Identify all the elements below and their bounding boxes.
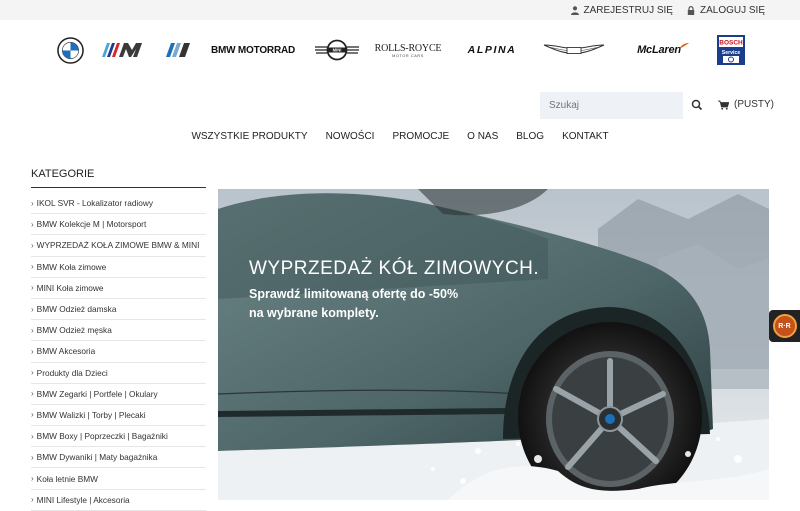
register-link[interactable]: ZAREJESTRUJ SIĘ xyxy=(570,4,673,16)
chevron-right-icon: › xyxy=(31,368,34,378)
search-icon[interactable] xyxy=(690,98,704,112)
category-label: WYPRZEDAŻ KOŁA ZIMOWE BMW & MINI xyxy=(36,240,200,251)
chevron-right-icon: › xyxy=(31,304,34,314)
register-label: ZAREJESTRUJ SIĘ xyxy=(583,4,673,16)
bosch-service-label: Service xyxy=(722,50,741,56)
category-item[interactable]: › Koła letnie BMW xyxy=(31,468,206,490)
chevron-right-icon: › xyxy=(31,262,34,272)
category-label: BMW Odzież damska xyxy=(36,304,117,315)
search-input[interactable] xyxy=(540,92,683,119)
bmw-i-logo-icon[interactable] xyxy=(160,32,196,68)
hero-subtitle-line1: Sprawdź limitowaną ofertę do -50% xyxy=(249,287,459,301)
hero-subtitle-line2: na wybrane komplety. xyxy=(249,306,379,320)
category-item[interactable]: › IKOL SVR - Lokalizator radiowy xyxy=(31,193,206,215)
hero-banner[interactable]: WYPRZEDAŻ KÓŁ ZIMOWYCH. Sprawdź limitowa… xyxy=(218,189,769,500)
hero-subtitle: Sprawdź limitowaną ofertę do -50% na wyb… xyxy=(249,285,458,323)
cart-button[interactable]: (PUSTY) xyxy=(718,99,774,110)
bosch-service-logo[interactable]: BOSCH Service xyxy=(715,32,747,68)
categories-title: KATEGORIE xyxy=(31,168,95,180)
nav-about[interactable]: O NAS xyxy=(458,131,507,142)
category-item[interactable]: › BMW Odzież damska xyxy=(31,299,206,321)
category-label: BMW Dywaniki | Maty bagażnika xyxy=(36,452,158,463)
alpina-logo[interactable]: ALPINA xyxy=(452,32,532,68)
chevron-right-icon: › xyxy=(31,283,34,293)
bmw-motorrad-logo[interactable]: BMW MOTORRAD xyxy=(207,32,299,68)
bmw-roundel-icon[interactable] xyxy=(55,32,85,68)
hero-title: WYPRZEDAŻ KÓŁ ZIMOWYCH. xyxy=(249,258,540,279)
category-item[interactable]: › BMW Dywaniki | Maty bagażnika xyxy=(31,447,206,469)
category-item[interactable]: › BMW Kolekcje M | Motorsport xyxy=(31,214,206,236)
category-label: Koła letnie BMW xyxy=(36,473,98,484)
chevron-right-icon: › xyxy=(31,431,34,441)
categories-divider xyxy=(31,187,206,188)
chevron-right-icon: › xyxy=(31,346,34,356)
rolls-royce-logo[interactable]: ROLLS-ROYCE MOTOR CARS xyxy=(373,32,443,68)
category-label: BMW Koła zimowe xyxy=(36,261,107,272)
category-label: BMW Zegarki | Portfele | Okulary xyxy=(36,388,158,399)
hero-car-image xyxy=(218,189,769,500)
login-link[interactable]: ZALOGUJ SIĘ xyxy=(687,5,765,16)
category-list: › IKOL SVR - Lokalizator radiowy › BMW Kol… xyxy=(31,193,206,511)
cart-icon xyxy=(718,100,729,110)
chevron-right-icon: › xyxy=(31,198,34,208)
cart-label: (PUSTY) xyxy=(734,99,774,110)
category-label: BMW Akcesoria xyxy=(36,346,96,357)
category-item[interactable]: › BMW Boxy | Poprzeczki | Bagażniki xyxy=(31,426,206,448)
main-nav: WSZYSTKIE PRODUKTY NOWOŚCI PROMOCJE O NA… xyxy=(0,131,800,142)
chevron-right-icon: › xyxy=(31,452,34,462)
bosch-label: BOSCH xyxy=(719,40,743,47)
category-item[interactable]: › WYPRZEDAŻ KOŁA ZIMOWE BMW & MINI xyxy=(31,235,206,257)
nav-contact[interactable]: KONTAKT xyxy=(553,131,617,142)
login-label: ZALOGUJ SIĘ xyxy=(699,4,765,16)
category-item[interactable]: › BMW Koła zimowe xyxy=(31,257,206,278)
floating-reviews-badge[interactable]: R·R xyxy=(769,310,800,342)
badge-logo: R·R xyxy=(772,314,797,338)
nav-blog[interactable]: BLOG xyxy=(507,131,553,142)
mini-logo-icon[interactable]: MINI xyxy=(312,32,362,68)
brand-logos-row: BMW MOTORRAD MINI ROLLS-ROYCE MOTOR CARS… xyxy=(50,32,750,68)
mini-logo-text: MINI xyxy=(333,48,342,53)
rolls-royce-sub: MOTOR CARS xyxy=(392,53,424,58)
lock-icon xyxy=(687,5,695,15)
category-label: Produkty dla Dzieci xyxy=(36,367,108,378)
category-item[interactable]: › BMW Walizki | Torby | Plecaki xyxy=(31,405,206,427)
category-label: BMW Kolekcje M | Motorsport xyxy=(36,219,147,230)
chevron-right-icon: › xyxy=(31,389,34,399)
nav-promotions[interactable]: PROMOCJE xyxy=(383,131,458,142)
user-icon xyxy=(570,5,579,15)
nav-new[interactable]: NOWOŚCI xyxy=(317,131,384,142)
category-item[interactable]: › BMW Odzież męska xyxy=(31,320,206,342)
category-label: BMW Odzież męska xyxy=(36,325,112,336)
chevron-right-icon: › xyxy=(31,325,34,335)
chevron-right-icon: › xyxy=(31,474,34,484)
bmw-m-logo-icon[interactable] xyxy=(97,32,147,68)
chevron-right-icon: › xyxy=(31,410,34,420)
category-item[interactable]: › MINI Lifestyle | Akcesoria xyxy=(31,490,206,511)
category-item[interactable]: › BMW Akcesoria xyxy=(31,341,206,363)
category-item[interactable]: › BMW Zegarki | Portfele | Okulary xyxy=(31,384,206,405)
mclaren-swoosh-icon xyxy=(678,43,689,49)
mclaren-logo[interactable]: McLaren xyxy=(623,32,703,68)
category-item[interactable]: › Produkty dla Dzieci xyxy=(31,363,206,384)
category-label: MINI Koła zimowe xyxy=(36,282,104,293)
category-item[interactable]: › MINI Koła zimowe xyxy=(31,278,206,299)
category-label: IKOL SVR - Lokalizator radiowy xyxy=(36,198,154,209)
rolls-royce-name: ROLLS-ROYCE xyxy=(374,42,442,54)
chevron-right-icon: › xyxy=(31,240,34,250)
chevron-right-icon: › xyxy=(31,219,34,229)
aston-martin-wings-icon[interactable] xyxy=(542,32,606,68)
top-bar: ZAREJESTRUJ SIĘ ZALOGUJ SIĘ xyxy=(0,0,800,20)
nav-all-products[interactable]: WSZYSTKIE PRODUKTY xyxy=(182,131,316,142)
category-label: BMW Walizki | Torby | Plecaki xyxy=(36,409,146,420)
category-label: BMW Boxy | Poprzeczki | Bagażniki xyxy=(36,431,168,442)
